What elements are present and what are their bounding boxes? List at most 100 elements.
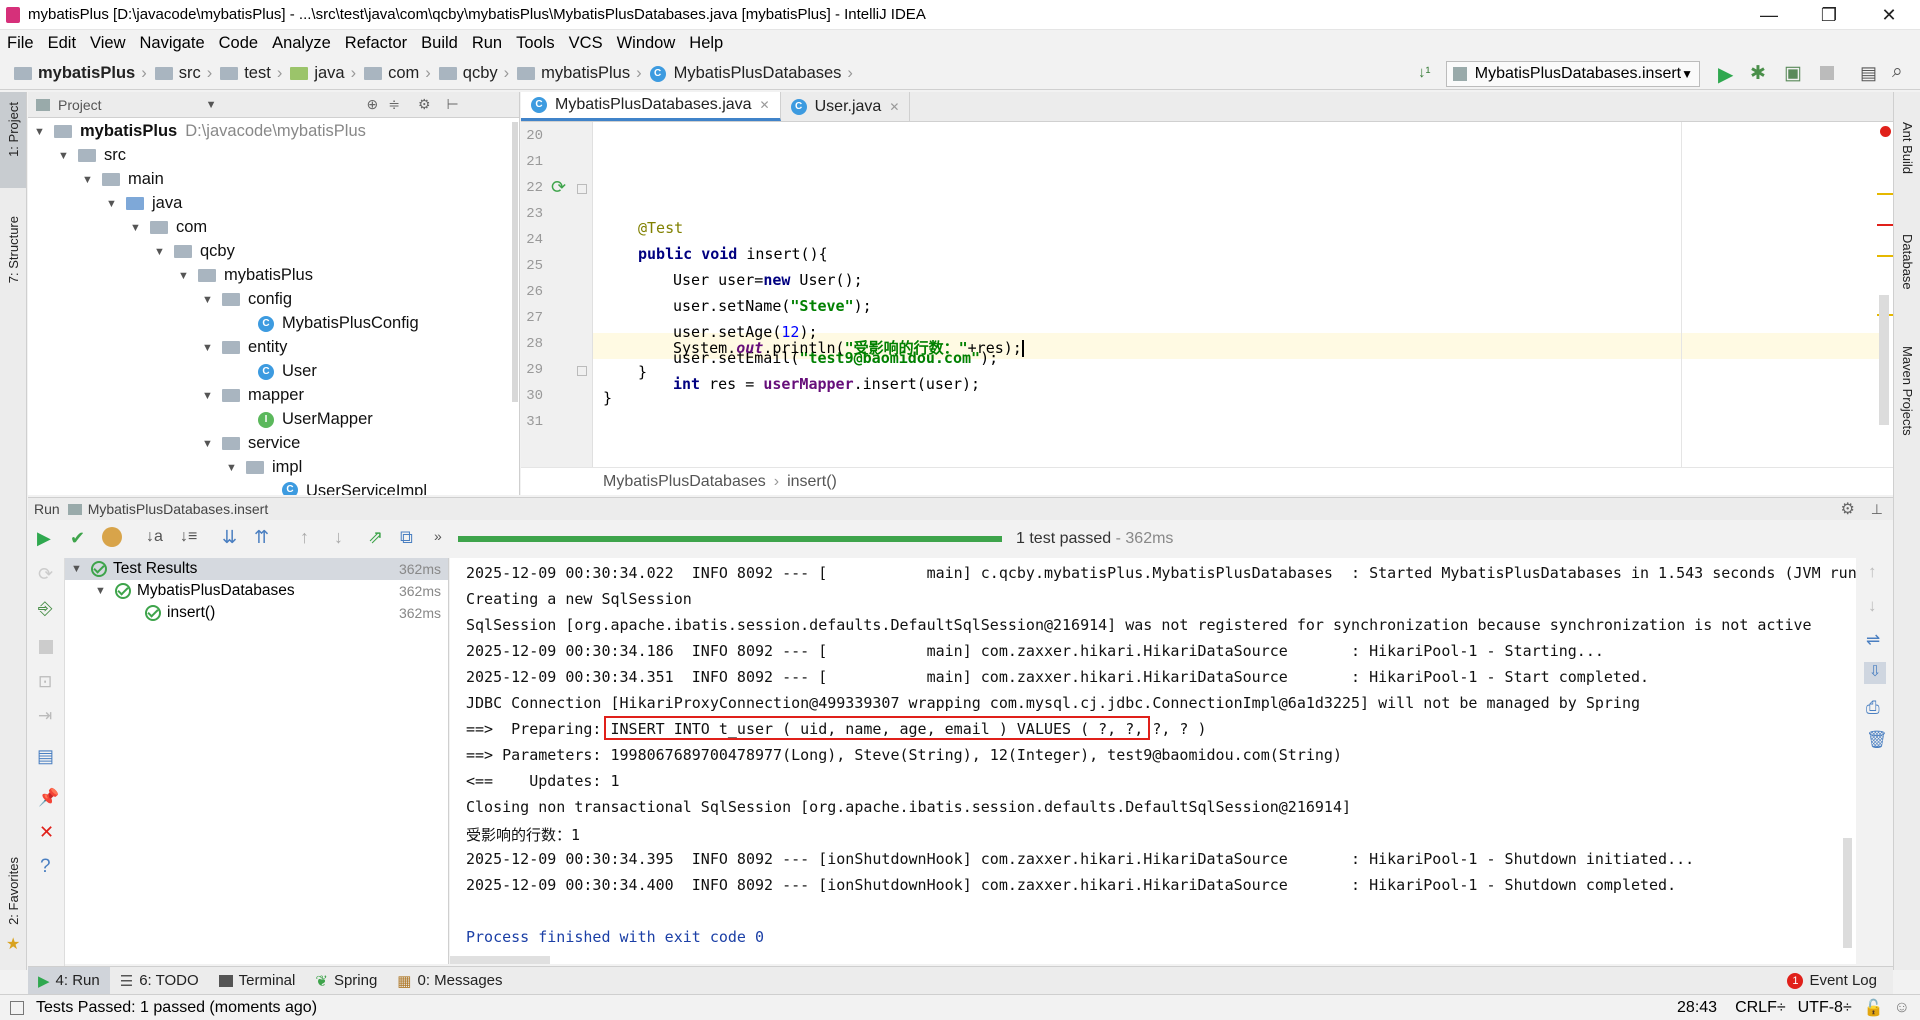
tab-spring[interactable]: ❦ Spring <box>305 967 387 995</box>
tab-maven[interactable]: Maven Projects <box>1900 346 1915 436</box>
maximize-button[interactable]: ❐ <box>1806 2 1852 28</box>
menu-view[interactable]: View <box>83 32 132 55</box>
previous-icon[interactable]: ↑ <box>300 527 309 548</box>
next-icon[interactable]: ↓ <box>334 527 343 548</box>
console-hscrollbar[interactable] <box>450 956 550 964</box>
close-window-button[interactable]: ✕ <box>1866 2 1912 28</box>
export-icon[interactable]: ⇗ <box>368 527 383 548</box>
coverage-icon[interactable]: ▣ <box>1784 62 1802 85</box>
menu-code[interactable]: Code <box>212 32 265 55</box>
run-test-gutter-icon[interactable]: ⟳ <box>551 177 566 198</box>
expand-all-icon[interactable]: ⇊ <box>222 527 237 548</box>
breadcrumb-qcby[interactable]: qcby › <box>435 58 513 90</box>
crumb-class[interactable]: MybatisPlusDatabases <box>603 473 766 491</box>
collapse-icon[interactable]: ≑ <box>388 96 400 113</box>
gear-icon[interactable]: ⚙ <box>1840 499 1854 519</box>
tree-node-com[interactable]: ▼ com <box>130 218 207 237</box>
test-method-node[interactable]: insert() 362ms <box>145 604 447 622</box>
close-icon[interactable]: ✕ <box>39 822 54 843</box>
tree-node-impl[interactable]: ▼ impl <box>226 458 302 477</box>
run-config-select[interactable]: MybatisPlusDatabases.insert ▼ <box>1446 61 1700 87</box>
menu-vcs[interactable]: VCS <box>562 32 610 55</box>
project-scrollbar[interactable] <box>512 122 518 402</box>
tree-node-qcby[interactable]: ▼ qcby <box>154 242 235 261</box>
menu-edit[interactable]: Edit <box>41 32 83 55</box>
more-icon[interactable]: » <box>434 528 442 544</box>
import-icon[interactable]: ⧉ <box>400 527 413 548</box>
print-icon[interactable]: ⎙ <box>1866 698 1880 718</box>
exit-icon[interactable]: ⇥ <box>38 706 52 726</box>
tab-messages[interactable]: ▦ 0: Messages <box>387 967 512 995</box>
tab-mybatisplusdatabases[interactable]: C MybatisPlusDatabases.java ✕ <box>521 92 781 121</box>
menu-file[interactable]: File <box>0 32 41 55</box>
tree-node-usermapper[interactable]: I UserMapper <box>258 410 373 429</box>
menu-run[interactable]: Run <box>465 32 509 55</box>
breadcrumb-java[interactable]: java › <box>286 58 360 90</box>
dump-threads-icon[interactable]: ⊡ <box>38 672 52 692</box>
close-icon[interactable]: ✕ <box>760 98 770 112</box>
locate-icon[interactable]: ⊕ <box>366 96 378 113</box>
error-stripe-mark[interactable] <box>1877 224 1893 226</box>
toggle-auto-test-icon[interactable]: ⎆ <box>38 598 52 619</box>
breadcrumb-src[interactable]: src › <box>151 58 217 90</box>
crumb-method[interactable]: insert() <box>787 473 837 491</box>
tab-project[interactable]: 1: Project <box>6 102 21 157</box>
tree-node-mybatisplusconfig[interactable]: C MybatisPlusConfig <box>258 314 419 333</box>
tab-database[interactable]: Database <box>1900 234 1915 290</box>
tree-node-mybatisplus[interactable]: ▼ mybatisPlus <box>178 266 313 285</box>
tab-ant-build[interactable]: Ant Build <box>1900 122 1915 174</box>
breadcrumb-mybatisplus[interactable]: mybatisPlus › <box>513 58 645 90</box>
project-panel-title[interactable]: Project <box>58 97 102 113</box>
menu-tools[interactable]: Tools <box>509 32 562 55</box>
collapse-all-icon[interactable]: ⇈ <box>254 527 269 548</box>
fold-icon[interactable] <box>577 184 587 194</box>
tree-node-entity[interactable]: ▼ entity <box>202 338 287 357</box>
tree-node-userserviceimpl[interactable]: C UserServiceImpl <box>282 482 427 495</box>
show-passed-icon[interactable]: ✔ <box>70 528 85 549</box>
tree-root[interactable]: ▼ mybatisPlus D:\javacode\mybatisPlus <box>34 122 366 141</box>
error-stripe-icon[interactable] <box>1880 126 1891 137</box>
menu-help[interactable]: Help <box>682 32 730 55</box>
project-structure-icon[interactable]: ▤ <box>1860 63 1877 84</box>
tree-node-config[interactable]: ▼ config <box>202 290 292 309</box>
minimize-button[interactable]: — <box>1746 2 1792 28</box>
caret-position[interactable]: 28:43 <box>1677 999 1717 1017</box>
tab-terminal[interactable]: Terminal <box>209 967 306 995</box>
tree-node-user[interactable]: C User <box>258 362 317 381</box>
fold-icon[interactable] <box>577 366 587 376</box>
tab-favorites[interactable]: 2: Favorites <box>6 857 21 925</box>
breadcrumb-class[interactable]: C MybatisPlusDatabases › <box>646 58 857 90</box>
test-results-root[interactable]: ▼ Test Results 362ms <box>71 560 447 578</box>
menu-navigate[interactable]: Navigate <box>133 32 212 55</box>
menu-window[interactable]: Window <box>610 32 683 55</box>
tab-user[interactable]: C User.java ✕ <box>781 92 911 121</box>
menu-build[interactable]: Build <box>414 32 465 55</box>
lock-icon[interactable]: 🔓 <box>1864 998 1884 1018</box>
help-icon[interactable]: ? <box>40 856 51 878</box>
sort-alpha-icon[interactable]: ↓a <box>146 528 163 546</box>
tab-run[interactable]: ▶ 4: Run <box>28 966 110 995</box>
tool-windows-icon[interactable] <box>10 1000 24 1015</box>
clear-icon[interactable]: 🗑 <box>1866 730 1888 750</box>
sort-duration-icon[interactable]: ↓≡ <box>180 528 197 546</box>
search-icon[interactable]: ⌕ <box>1892 61 1903 83</box>
rerun-icon[interactable]: ▶ <box>37 528 51 549</box>
close-icon[interactable]: ✕ <box>889 100 899 114</box>
tree-node-mapper[interactable]: ▼ mapper <box>202 386 304 405</box>
file-encoding[interactable]: UTF-8÷ <box>1798 999 1852 1017</box>
menu-refactor[interactable]: Refactor <box>338 32 414 55</box>
breadcrumb-test[interactable]: test › <box>216 58 286 90</box>
breadcrumb-project[interactable]: mybatisPlus › <box>10 58 151 90</box>
inspector-icon[interactable]: ☺ <box>1894 999 1910 1017</box>
hide-icon[interactable]: ⊥ <box>1871 501 1883 518</box>
test-class-node[interactable]: ▼ MybatisPlusDatabases 362ms <box>95 582 447 600</box>
editor-scrollbar[interactable] <box>1879 295 1889 425</box>
tree-node-service[interactable]: ▼ service <box>202 434 300 453</box>
error-stripe-mark[interactable] <box>1877 193 1893 195</box>
chevron-down-icon[interactable]: ▼ <box>206 99 217 111</box>
run-icon[interactable]: ▶ <box>1718 62 1733 87</box>
stop-icon[interactable] <box>39 640 53 654</box>
tab-todo[interactable]: ☰ 6: TODO <box>110 967 209 995</box>
scroll-end-icon[interactable]: ⇩ <box>1864 662 1886 684</box>
tree-node-src[interactable]: ▼ src <box>58 146 126 165</box>
